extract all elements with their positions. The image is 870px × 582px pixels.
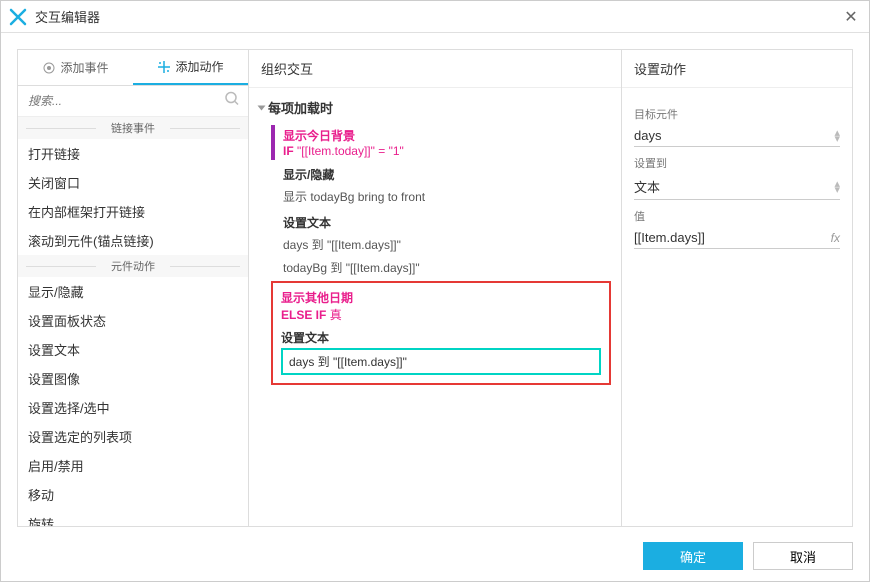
list-item[interactable]: 启用/禁用 [18,451,248,480]
case1-condition: IF "[[Item.today]]" = "1" [283,144,611,158]
target-value: days [634,128,661,143]
action-line[interactable]: days 到 "[[Item.days]]" [271,233,611,256]
tab-add-event[interactable]: 添加事件 [18,50,133,85]
highlighted-case-2: 显示其他日期 ELSE IF 真 设置文本 days 到 "[[Item.day… [271,281,611,385]
event-icon [42,61,56,75]
action-line[interactable]: 显示 todayBg bring to front [271,185,611,208]
action-line[interactable]: todayBg 到 "[[Item.days]]" [271,256,611,279]
setto-label: 设置到 [634,155,840,171]
right-header: 设置动作 [622,50,852,88]
setto-value: 文本 [634,177,660,196]
case2-condition: ELSE IF 真 [281,306,601,323]
action-group-settext-2[interactable]: 设置文本 [281,329,601,346]
tab-add-action[interactable]: 添加动作 [133,50,248,85]
action-group-settext[interactable]: 设置文本 [283,214,611,231]
list-item[interactable]: 设置图像 [18,364,248,393]
value-label: 值 [634,208,840,224]
collapse-icon [258,105,266,110]
event-label: 每项加载时 [268,98,333,117]
list-item[interactable]: 设置选择/选中 [18,393,248,422]
app-logo-icon [9,8,27,26]
fx-button[interactable]: fx [831,231,840,245]
window-title: 交互编辑器 [35,7,841,26]
selected-action-line[interactable]: days 到 "[[Item.days]]" [281,348,601,375]
search-box [18,86,248,117]
list-item[interactable]: 旋转 [18,509,248,526]
setto-select[interactable]: 文本 ▴▾ [634,174,840,200]
value-text: [[Item.days]] [634,230,705,245]
footer: 确定 取消 [1,535,869,581]
action-list: 链接事件 打开链接 关闭窗口 在内部框架打开链接 滚动到元件(锚点链接) 元件动… [18,117,248,526]
center-header: 组织交互 [249,50,621,88]
action-icon [157,60,171,74]
list-item[interactable]: 显示/隐藏 [18,277,248,306]
target-label: 目标元件 [634,106,840,122]
case-block-1[interactable]: 显示今日背景 IF "[[Item.today]]" = "1" [271,125,611,160]
cancel-button[interactable]: 取消 [753,542,853,570]
event-header[interactable]: 每项加载时 [259,94,611,121]
list-item[interactable]: 滚动到元件(锚点链接) [18,226,248,255]
ok-button[interactable]: 确定 [643,542,743,570]
center-panel: 组织交互 每项加载时 显示今日背景 IF "[[Item.today]]" = … [249,49,621,527]
list-item[interactable]: 关闭窗口 [18,168,248,197]
right-panel: 设置动作 目标元件 days ▴▾ 设置到 文本 ▴▾ 值 [[Item.day… [621,49,853,527]
close-icon[interactable]: ✕ [841,7,861,27]
list-item[interactable]: 设置文本 [18,335,248,364]
value-field[interactable]: [[Item.days]] fx [634,227,840,249]
list-item[interactable]: 设置面板状态 [18,306,248,335]
target-select[interactable]: days ▴▾ [634,125,840,147]
section-widget-actions: 元件动作 [18,255,248,277]
section-link-events: 链接事件 [18,117,248,139]
list-item[interactable]: 移动 [18,480,248,509]
search-icon [224,91,240,112]
action-group-showhide[interactable]: 显示/隐藏 [283,166,611,183]
case1-title: 显示今日背景 [283,127,611,144]
list-item[interactable]: 打开链接 [18,139,248,168]
case2-title[interactable]: 显示其他日期 [281,289,601,306]
chevron-updown-icon: ▴▾ [834,130,840,142]
left-panel: 添加事件 添加动作 链接事件 打开链接 关闭窗口 在内部框架打开链接 滚动到元件… [17,49,249,527]
chevron-updown-icon: ▴▾ [834,181,840,193]
tab-add-action-label: 添加动作 [175,58,223,75]
list-item[interactable]: 设置选定的列表项 [18,422,248,451]
search-input[interactable] [18,86,248,116]
list-item[interactable]: 在内部框架打开链接 [18,197,248,226]
tab-add-event-label: 添加事件 [60,59,108,76]
